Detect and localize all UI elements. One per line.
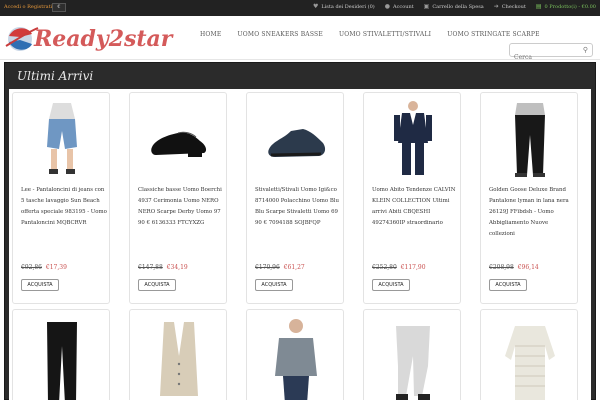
nav-stivaletti-stivali[interactable]: UOMO STIVALETTI/STIVALI (339, 31, 431, 38)
search-box: ⚲ (509, 43, 593, 64)
buy-button[interactable]: ACQUISTA (21, 279, 59, 291)
product-card (480, 309, 578, 400)
logo-graphic: Ready2star (5, 26, 174, 52)
main-nav: HOME UOMO SNEAKERS BASSE UOMO STIVALETTI… (200, 31, 540, 38)
nav-stringate-scarpe[interactable]: UOMO STRINGATE SCARPE (447, 31, 539, 38)
wishlist-link[interactable]: ♥ Lista dei Desideri (0) (312, 3, 375, 11)
currency-selector[interactable]: € (52, 3, 66, 12)
product-description[interactable]: Lee - Pantaloncini di jeans con 5 tasche… (21, 185, 107, 229)
top-nav: ♥ Lista dei Desideri (0) ● Account ▣ Car… (312, 3, 596, 11)
product-description[interactable]: Golden Goose Deluxe Brand Pantalone lyma… (489, 185, 575, 240)
product-card (246, 309, 344, 400)
buy-button[interactable]: ACQUISTA (372, 279, 410, 291)
sale-price: €17,39 (45, 264, 67, 271)
cart-summary-label: 0 Prodotto(i) - €0.00 (544, 4, 596, 10)
buy-button[interactable]: ACQUISTA (138, 279, 176, 291)
cart-icon: ▣ (423, 3, 430, 10)
account-label: Account (393, 4, 414, 10)
checkout-icon: ➜ (493, 3, 499, 10)
sale-price: €96,14 (517, 264, 539, 271)
jeans-icon[interactable] (31, 316, 93, 400)
old-price: €208,98 (489, 264, 514, 271)
product-card (12, 309, 110, 400)
product-description[interactable]: Classiche basse Uomo Boerchi 4937 Cerimo… (138, 185, 224, 229)
search-icon[interactable]: ⚲ (583, 46, 588, 54)
sale-price: €34,19 (166, 264, 188, 271)
user-icon: ● (384, 3, 390, 10)
product-description[interactable]: Uomo Abito Tendenze CALVIN KLEIN COLLECT… (372, 185, 458, 229)
nav-home[interactable]: HOME (200, 31, 221, 38)
joggers-icon[interactable] (382, 316, 444, 400)
latest-arrivals-section: Ultimi Arrivi Lee - Pantaloncini di jean… (4, 62, 596, 400)
product-price: €92,86 €17,39 (21, 264, 67, 271)
product-card (363, 309, 461, 400)
shorts-icon[interactable] (31, 99, 93, 179)
site-logo[interactable]: Ready2star (4, 20, 174, 56)
polo-icon[interactable] (265, 316, 327, 400)
account-link[interactable]: ● Account (384, 3, 414, 11)
product-price: €208,98 €96,14 (489, 264, 539, 271)
buy-button[interactable]: ACQUISTA (255, 279, 293, 291)
product-description[interactable]: Stivaletti/Stivali Uomo Igi&co 8714000 P… (255, 185, 341, 229)
product-price: €170,96 €61,27 (255, 264, 305, 271)
shopping-cart-link[interactable]: ▣ Carrello della Spesa (423, 3, 484, 11)
checkout-label: Checkout (501, 4, 526, 10)
boot-icon[interactable] (265, 99, 327, 179)
nav-sneakers-basse[interactable]: UOMO SNEAKERS BASSE (237, 31, 322, 38)
wishlist-label: Lista dei Desideri (0) (321, 4, 375, 10)
sale-price: €61,27 (283, 264, 305, 271)
header: Ready2star HOME UOMO SNEAKERS BASSE UOMO… (0, 16, 600, 64)
sale-price: €117,90 (400, 264, 426, 271)
products-panel: Lee - Pantaloncini di jeans con 5 tasche… (9, 89, 591, 400)
trousers-icon[interactable] (499, 99, 561, 179)
product-card: Classiche basse Uomo Boerchi 4937 Cerimo… (129, 92, 227, 304)
old-price: €147,88 (138, 264, 163, 271)
product-card: Golden Goose Deluxe Brand Pantalone lyma… (480, 92, 578, 304)
old-price: €252,80 (372, 264, 397, 271)
product-card: Stivaletti/Stivali Uomo Igi&co 8714000 P… (246, 92, 344, 304)
section-title: Ultimi Arrivi (17, 69, 94, 83)
product-card (129, 309, 227, 400)
product-price: €252,80 €117,90 (372, 264, 426, 271)
shopping-cart-label: Carrello della Spesa (432, 4, 484, 10)
product-card: Lee - Pantaloncini di jeans con 5 tasche… (12, 92, 110, 304)
login-register-link[interactable]: Accedi o Registrati (4, 4, 52, 10)
sweater-icon[interactable] (499, 316, 561, 400)
product-card: Uomo Abito Tendenze CALVIN KLEIN COLLECT… (363, 92, 461, 304)
product-price: €147,88 €34,19 (138, 264, 188, 271)
old-price: €170,96 (255, 264, 280, 271)
buy-button[interactable]: ACQUISTA (489, 279, 527, 291)
logo-text: Ready2star (33, 26, 174, 52)
vest-icon[interactable] (148, 316, 210, 400)
cart-summary-icon: ▤ (535, 3, 542, 10)
cart-summary-button[interactable]: ▤ 0 Prodotto(i) - €0.00 (535, 3, 596, 11)
top-bar: Accedi o Registrati € ♥ Lista dei Deside… (0, 0, 600, 16)
old-price: €92,86 (21, 264, 42, 271)
heart-icon: ♥ (312, 3, 319, 10)
dress-shoe-icon[interactable] (148, 99, 210, 179)
checkout-link[interactable]: ➜ Checkout (493, 3, 526, 11)
suit-icon[interactable] (382, 99, 444, 179)
